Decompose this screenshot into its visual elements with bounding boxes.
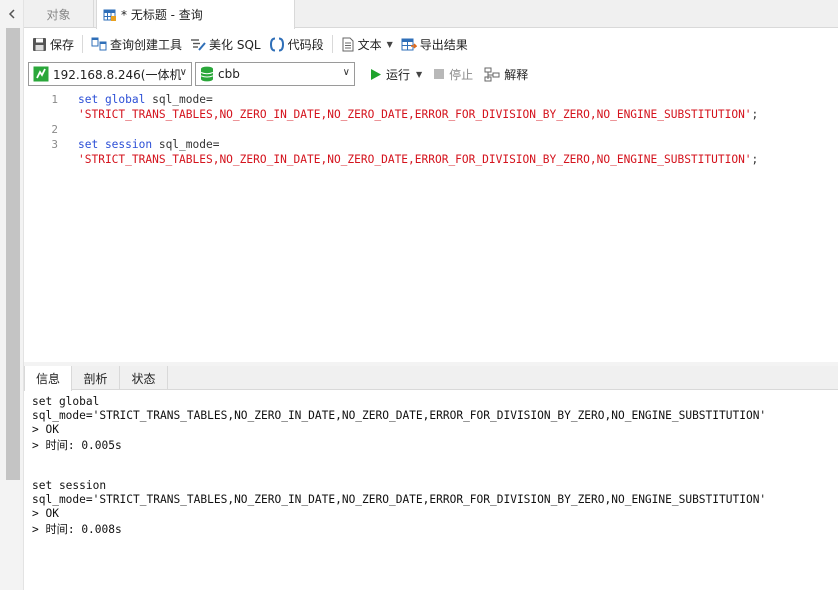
explain-icon: [484, 67, 500, 81]
database-select[interactable]: cbb ∨: [195, 62, 355, 86]
output-line: > OK: [32, 507, 59, 520]
toolbar-divider: [82, 35, 84, 53]
run-label: 运行: [386, 67, 411, 82]
connection-select[interactable]: 192.168.8.246(一体机 ∨: [28, 62, 192, 86]
tab-info-label: 信息: [35, 372, 60, 386]
stop-label: 停止: [449, 67, 474, 82]
beautify-sql-label: 美化 SQL: [209, 37, 261, 52]
export-results-label: 导出结果: [419, 37, 468, 52]
stop-button[interactable]: 停止: [429, 66, 477, 83]
code-snippet-icon: [269, 37, 284, 51]
dropdown-caret-icon: ▼: [416, 69, 423, 79]
chevron-down-icon: ∨: [179, 67, 187, 78]
navicat-query-window: 对象 * 无标题 - 查询 保存 查询创建工具 美化 SQL 代码段 文本 ▼ …: [0, 0, 838, 590]
tab-profile[interactable]: 剖析: [72, 366, 120, 390]
output-line: sql_mode='STRICT_TRANS_TABLES,NO_ZERO_IN…: [32, 409, 767, 422]
beautify-sql-icon: [191, 38, 206, 51]
tab-objects[interactable]: 对象: [24, 0, 94, 28]
connection-name: 192.168.8.246(一体机: [53, 67, 182, 82]
code-line: 'STRICT_TRANS_TABLES,NO_ZERO_IN_DATE,NO_…: [78, 108, 758, 121]
tab-objects-label: 对象: [46, 7, 71, 22]
dropdown-caret-icon: ▼: [386, 39, 393, 49]
sql-string: 'STRICT_TRANS_TABLES,NO_ZERO_IN_DATE,NO_…: [78, 153, 752, 166]
run-button[interactable]: 运行 ▼: [366, 66, 426, 83]
sql-editor[interactable]: 1 2 3 set global sql_mode= 'STRICT_TRANS…: [24, 90, 838, 362]
output-line: set session: [32, 479, 107, 492]
line-number: 3: [51, 138, 58, 151]
code-line: 'STRICT_TRANS_TABLES,NO_ZERO_IN_DATE,NO_…: [78, 153, 758, 166]
code-line: set session sql_mode=: [78, 138, 219, 151]
query-builder-label: 查询创建工具: [110, 37, 183, 52]
sql-text: ;: [751, 108, 759, 121]
query-builder-icon: [91, 37, 107, 50]
code-snippet-label: 代码段: [287, 37, 324, 52]
output-line: > 时间: 0.008s: [32, 523, 122, 536]
explain-button[interactable]: 解释: [480, 66, 532, 83]
connection-icon: [33, 66, 49, 82]
sql-text: ;: [751, 153, 759, 166]
line-number: 2: [51, 123, 58, 136]
tab-profile-label: 剖析: [83, 371, 108, 386]
result-tab-bar: 信息 剖析 状态: [24, 366, 838, 391]
code-snippet-button[interactable]: 代码段: [265, 32, 328, 56]
chevron-down-icon: ∨: [342, 67, 350, 78]
stop-icon: [434, 69, 445, 79]
save-label: 保存: [50, 37, 75, 52]
message-output: set global sql_mode='STRICT_TRANS_TABLES…: [32, 394, 838, 590]
text-label: 文本: [357, 37, 382, 52]
save-button[interactable]: 保存: [28, 32, 78, 56]
text-menu-button[interactable]: 文本 ▼: [337, 32, 397, 56]
connection-toolbar: 192.168.8.246(一体机 ∨ cbb ∨ 运行 ▼ 停止 解释: [24, 60, 838, 88]
output-line: sql_mode='STRICT_TRANS_TABLES,NO_ZERO_IN…: [32, 493, 767, 506]
tab-query[interactable]: * 无标题 - 查询: [96, 0, 295, 29]
save-icon: [33, 37, 46, 51]
left-collapsed-panel: [0, 0, 24, 590]
main-toolbar: 保存 查询创建工具 美化 SQL 代码段 文本 ▼ 导出结果: [24, 29, 838, 59]
query-builder-button[interactable]: 查询创建工具: [87, 32, 186, 56]
explain-label: 解释: [504, 67, 529, 82]
export-results-button[interactable]: 导出结果: [397, 32, 472, 56]
sql-text: sql_mode=: [145, 93, 213, 106]
tab-info[interactable]: 信息: [24, 366, 72, 391]
tab-bar: 对象 * 无标题 - 查询: [24, 0, 838, 29]
sql-keyword: set session: [78, 138, 153, 151]
line-number-gutter: 1 2 3: [24, 90, 62, 362]
tab-query-label: * 无标题 - 查询: [121, 8, 203, 22]
output-line: > OK: [32, 423, 59, 436]
code-line: set global sql_mode=: [78, 93, 213, 106]
sql-string: 'STRICT_TRANS_TABLES,NO_ZERO_IN_DATE,NO_…: [78, 108, 752, 121]
collapse-arrow-icon[interactable]: [6, 8, 18, 20]
left-scrollbar[interactable]: [6, 28, 20, 480]
beautify-sql-button[interactable]: 美化 SQL: [186, 32, 265, 56]
tab-status-label: 状态: [131, 371, 156, 386]
toolbar-divider: [331, 35, 333, 53]
run-play-icon: [371, 68, 381, 80]
output-line: set global: [32, 395, 100, 408]
tab-status[interactable]: 状态: [120, 366, 168, 390]
sql-keyword: set global: [78, 93, 146, 106]
output-line: > 时间: 0.005s: [32, 439, 122, 452]
text-document-icon: [342, 37, 354, 51]
line-number: 1: [51, 93, 58, 106]
query-table-icon: [103, 9, 116, 21]
sql-text: sql_mode=: [152, 138, 220, 151]
database-name: cbb: [218, 67, 240, 81]
database-icon: [200, 66, 214, 82]
export-results-icon: [401, 38, 417, 50]
